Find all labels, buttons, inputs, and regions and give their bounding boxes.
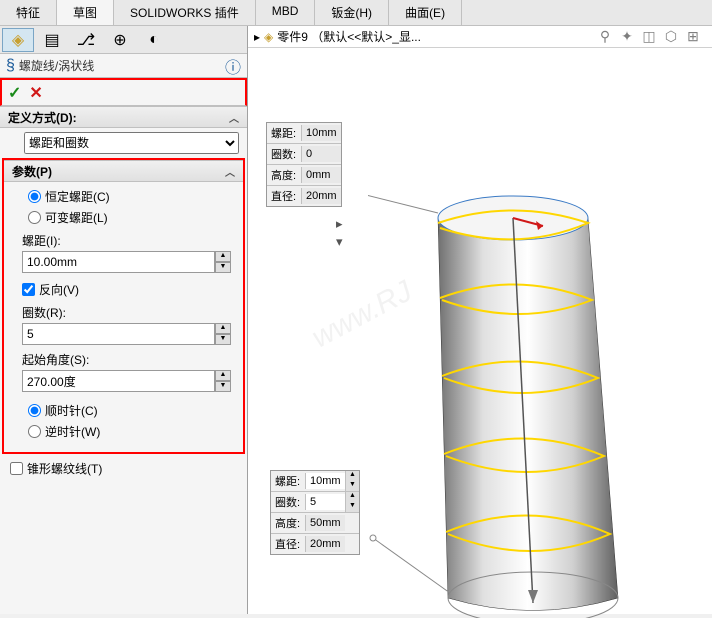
tab-sheetmetal[interactable]: 钣金(H) — [315, 0, 389, 25]
property-icon: ▤ — [44, 30, 59, 50]
dimension-box-bottom: 螺距:10mm▲▼ 圈数:5▲▼ 高度:50mm 直径:20mm — [270, 470, 360, 555]
3d-viewport[interactable]: www.RJ — [248, 48, 712, 614]
config-icon: ⎇ — [77, 30, 95, 50]
part-icon: ◈ — [264, 30, 273, 44]
spinner-down[interactable]: ▼ — [346, 481, 359, 491]
input-revolutions[interactable] — [22, 323, 215, 345]
nav-arrows[interactable]: ▸▾ — [336, 216, 343, 250]
panel-tab-property[interactable]: ▤ — [36, 28, 68, 52]
label-start-angle: 起始角度(S): — [8, 349, 239, 370]
appearance-icon: ◐ — [149, 31, 159, 49]
cylinder-model — [368, 78, 668, 618]
tab-mbd[interactable]: MBD — [256, 0, 316, 25]
section-def-method: 定义方式(D): — [8, 109, 77, 126]
checkbox-taper[interactable] — [10, 462, 23, 475]
view-icon-4[interactable]: ⬡ — [662, 28, 680, 46]
cancel-button[interactable]: ✕ — [29, 83, 42, 103]
spinner-down[interactable]: ▼ — [215, 334, 231, 345]
input-pitch[interactable] — [22, 251, 215, 273]
panel-tab-config[interactable]: ⎇ — [70, 28, 102, 52]
dim-pitch-val[interactable]: 10mm — [305, 473, 345, 489]
view-icon-1[interactable]: ⚲ — [596, 28, 614, 46]
label-const-pitch: 恒定螺距(C) — [45, 188, 110, 205]
label-ccw: 逆时针(W) — [45, 423, 100, 440]
tab-feature[interactable]: 特征 — [0, 0, 57, 25]
spinner-up[interactable]: ▲ — [215, 251, 231, 262]
breadcrumb-arrow-icon[interactable]: ▸ — [254, 30, 260, 44]
feature-title: 螺旋线/涡状线 — [19, 57, 225, 74]
tab-sketch[interactable]: 草图 — [57, 0, 114, 25]
label-reverse: 反向(V) — [39, 281, 79, 298]
section-params: 参数(P) — [12, 163, 52, 180]
panel-tab-appearance[interactable]: ◐ — [138, 28, 170, 52]
panel-tab-dim[interactable]: ⊕ — [104, 28, 136, 52]
spinner-down[interactable]: ▼ — [215, 381, 231, 392]
label-cw: 顺时针(C) — [45, 402, 98, 419]
radio-cw[interactable] — [28, 404, 41, 417]
radio-ccw[interactable] — [28, 425, 41, 438]
view-icon-5[interactable]: ⊞ — [684, 28, 702, 46]
view-icon-3[interactable]: ◫ — [640, 28, 658, 46]
helix-icon: § — [6, 57, 15, 75]
label-var-pitch: 可变螺距(L) — [45, 209, 108, 226]
chevron-up-icon[interactable]: ︿ — [225, 164, 235, 179]
spinner-down[interactable]: ▼ — [346, 502, 359, 512]
label-taper: 锥形螺纹线(T) — [27, 460, 102, 477]
def-method-select[interactable]: 螺距和圈数 — [24, 132, 239, 154]
input-start-angle[interactable] — [22, 370, 215, 392]
spinner-up[interactable]: ▲ — [346, 492, 359, 502]
radio-var-pitch[interactable] — [28, 211, 41, 224]
spinner-up[interactable]: ▲ — [215, 370, 231, 381]
ok-button[interactable]: ✓ — [8, 83, 21, 103]
label-revolutions: 圈数(R): — [8, 302, 239, 323]
chevron-up-icon[interactable]: ︿ — [229, 110, 239, 125]
feature-tree-icon: ◈ — [12, 30, 24, 50]
panel-tab-feature-manager[interactable]: ◈ — [2, 28, 34, 52]
radio-const-pitch[interactable] — [28, 190, 41, 203]
view-icon-2[interactable]: ✦ — [618, 28, 636, 46]
spinner-up[interactable]: ▲ — [346, 471, 359, 481]
spinner-up[interactable]: ▲ — [215, 323, 231, 334]
spinner-down[interactable]: ▼ — [215, 262, 231, 273]
dim-rev-val[interactable]: 5 — [305, 494, 345, 510]
help-icon[interactable]: ⓘ — [225, 54, 241, 78]
target-icon: ⊕ — [113, 30, 126, 50]
checkbox-reverse[interactable] — [22, 283, 35, 296]
label-pitch: 螺距(I): — [8, 230, 239, 251]
tab-sw-addin[interactable]: SOLIDWORKS 插件 — [114, 0, 256, 25]
tab-surface[interactable]: 曲面(E) — [389, 0, 462, 25]
dimension-box-top: 螺距:10mm 圈数:0 高度:0mm 直径:20mm — [266, 122, 342, 207]
breadcrumb-text: 零件9 （默认<<默认>_显... — [277, 28, 421, 45]
